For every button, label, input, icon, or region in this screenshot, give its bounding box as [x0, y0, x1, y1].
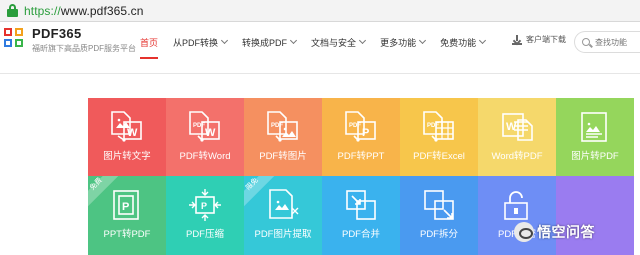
client-download-button[interactable]: 客户端下载	[512, 34, 566, 45]
tile-label: PDF转Excel	[413, 151, 465, 162]
search-input[interactable]	[595, 37, 640, 47]
chevron-down-icon	[359, 36, 367, 45]
word-to-pdf-icon: W	[500, 110, 534, 144]
watermark-text: 悟空问答	[537, 224, 595, 240]
wukong-watermark: 悟空问答	[514, 222, 595, 242]
tile-12[interactable]: PDF解密	[478, 176, 556, 255]
wukong-logo-icon	[514, 222, 534, 242]
svg-text:PDF: PDF	[349, 123, 361, 129]
ppt-to-pdf-icon: P	[110, 188, 144, 222]
nav-item-0[interactable]: 首页	[140, 22, 159, 62]
pdf-split-icon	[422, 188, 456, 222]
nav-item-label: 转换成PDF	[242, 37, 288, 48]
brand-slogan: 福昕旗下高品质PDF服务平台	[32, 44, 136, 53]
tile-4[interactable]: PDF PDF转Excel	[400, 98, 478, 176]
svg-text:P: P	[362, 127, 369, 139]
tile-9[interactable]: 限免 PDF图片提取	[244, 176, 322, 255]
pdf-to-ppt-icon: PDF P	[344, 110, 378, 144]
svg-text:PDF: PDF	[193, 123, 205, 129]
lock-icon	[7, 4, 18, 17]
search-icon	[582, 38, 590, 46]
pdf365-logo-icon[interactable]	[4, 28, 24, 48]
svg-text:W: W	[127, 127, 138, 139]
tile-label: PDF压缩	[185, 229, 224, 240]
tile-3[interactable]: PDF P PDF转PPT	[322, 98, 400, 176]
tile-8[interactable]: P PDF压缩	[166, 176, 244, 255]
svg-text:P: P	[122, 201, 129, 213]
tile-label: 图片转PDF	[571, 151, 619, 162]
nav-item-5[interactable]: 免费功能	[440, 22, 487, 62]
image-to-word-icon: W	[110, 110, 144, 144]
pdf-unlock-icon	[500, 188, 534, 222]
chevron-down-icon	[220, 36, 229, 45]
svg-text:W: W	[205, 127, 216, 139]
nav-item-label: 文档与安全	[311, 37, 357, 48]
tile-13[interactable]	[556, 176, 634, 255]
tile-label: PDF合并	[341, 229, 380, 240]
tile-2[interactable]: PDF PDF转图片	[244, 98, 322, 176]
nav-item-label: 从PDF转换	[173, 37, 219, 48]
nav-item-2[interactable]: 转换成PDF	[242, 22, 298, 62]
tile-7[interactable]: 免费 P PPT转PDF	[88, 176, 166, 255]
nav-item-label: 更多功能	[380, 37, 417, 48]
image-to-pdf-icon	[578, 110, 612, 144]
tile-6[interactable]: 图片转PDF	[556, 98, 634, 176]
browser-address-bar[interactable]: https://www.pdf365.cn	[0, 0, 640, 22]
svg-text:PDF: PDF	[271, 123, 283, 129]
tile-label: PDF转Word	[179, 151, 231, 162]
pdf-to-word-icon: PDF W	[188, 110, 222, 144]
pdf-to-excel-icon: PDF	[422, 110, 456, 144]
chevron-down-icon	[419, 36, 427, 45]
site-header: PDF365 福昕旗下高品质PDF服务平台 首页 从PDF转换 转换成PDF 文档与安…	[0, 22, 640, 74]
pdf-to-image-icon: PDF	[266, 110, 300, 144]
nav-item-4[interactable]: 更多功能	[380, 22, 427, 62]
download-icon	[512, 34, 522, 45]
tile-1[interactable]: PDF W PDF转Word	[166, 98, 244, 176]
tile-5[interactable]: W Word转PDF	[478, 98, 556, 176]
tile-0[interactable]: W 图片转文字	[88, 98, 166, 176]
pdf-merge-icon	[344, 188, 378, 222]
tile-label: PDF图片提取	[254, 229, 312, 240]
tile-label: PPT转PDF	[103, 229, 151, 240]
url-text[interactable]: https://www.pdf365.cn	[24, 4, 144, 18]
chevron-down-icon	[479, 36, 487, 45]
nav-item-1[interactable]: 从PDF转换	[173, 22, 229, 62]
nav-item-label: 首页	[140, 37, 159, 48]
tile-10[interactable]: PDF合并	[322, 176, 400, 255]
tile-11[interactable]: PDF拆分	[400, 176, 478, 255]
main-nav: 首页 从PDF转换 转换成PDF 文档与安全 更多功能 免费功能	[140, 22, 500, 62]
nav-item-3[interactable]: 文档与安全	[311, 22, 367, 62]
tile-label: PDF拆分	[419, 229, 458, 240]
svg-text:P: P	[201, 201, 207, 211]
chevron-down-icon	[290, 36, 298, 45]
tile-label: Word转PDF	[491, 151, 543, 162]
pdf-compress-icon: P	[188, 188, 222, 222]
brand-name[interactable]: PDF365	[32, 26, 82, 41]
svg-text:W: W	[506, 121, 517, 133]
tile-label: PDF转图片	[259, 151, 307, 162]
tile-label: 图片转文字	[103, 151, 151, 162]
nav-item-label: 免费功能	[440, 37, 477, 48]
search-box[interactable]	[574, 31, 640, 53]
tile-label: PDF转PPT	[337, 151, 385, 162]
client-download-label: 客户端下载	[526, 35, 566, 44]
pdf-image-extract-icon	[266, 188, 300, 222]
